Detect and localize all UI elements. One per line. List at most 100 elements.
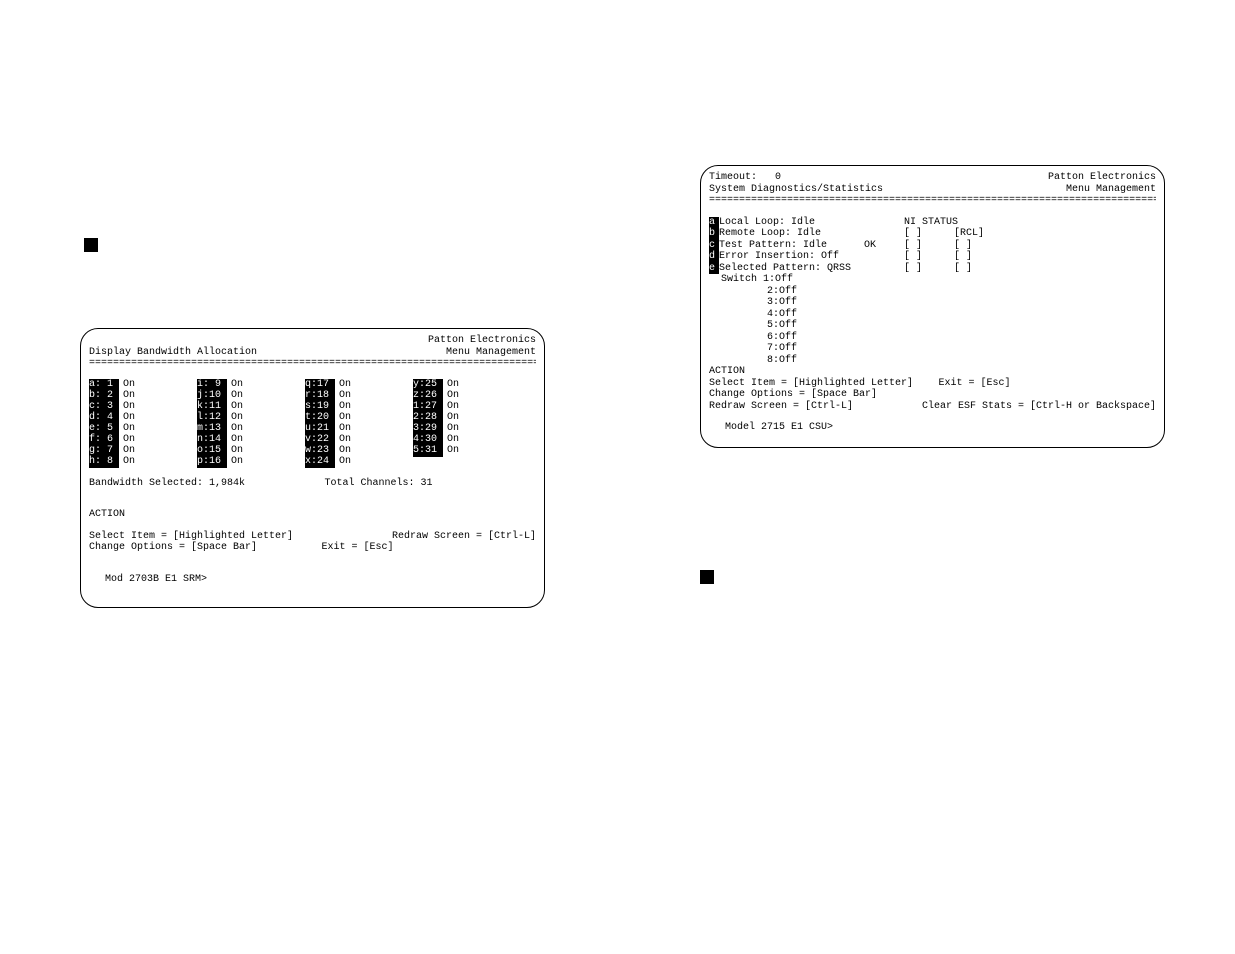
channel-item[interactable]: 3:29On <box>413 424 521 435</box>
channel-item[interactable]: m:13On <box>197 424 305 435</box>
item-letter: c <box>709 240 719 252</box>
channel-state: On <box>119 401 135 413</box>
command-prompt[interactable]: Mod 2703B E1 SRM> <box>89 574 536 586</box>
channel-item[interactable]: b: 2On <box>89 391 197 402</box>
hint-select: Select Item = [Highlighted Letter] <box>709 378 913 390</box>
channel-item[interactable] <box>413 457 521 468</box>
switch-line: 4:Off <box>709 309 1156 321</box>
channel-state: On <box>335 379 351 391</box>
channel-state: On <box>443 412 459 424</box>
channel-key: v:22 <box>305 434 335 446</box>
diagnostic-item[interactable]: e Selected Pattern: QRSS[ ][ ] <box>709 263 1156 275</box>
channel-key: t:20 <box>305 412 335 424</box>
item-label: Remote Loop: Idle <box>719 228 864 240</box>
item-label: Selected Pattern: QRSS <box>719 263 864 275</box>
channel-item[interactable]: n:14On <box>197 435 305 446</box>
channel-item[interactable]: e: 5On <box>89 424 197 435</box>
channel-key: d: 4 <box>89 412 119 424</box>
item-bracket-2: [RCL] <box>954 228 1004 240</box>
item-ok <box>864 217 904 229</box>
channel-item[interactable]: k:11On <box>197 402 305 413</box>
channel-state: On <box>335 401 351 413</box>
timeout: Timeout: 0 <box>709 172 781 184</box>
channel-item[interactable]: t:20On <box>305 413 413 424</box>
channel-state: On <box>443 423 459 435</box>
diagnostic-item[interactable]: c Test Pattern: IdleOK[ ][ ] <box>709 240 1156 252</box>
channel-state: On <box>335 445 351 457</box>
channel-item[interactable]: r:18On <box>305 391 413 402</box>
channel-state: On <box>227 456 243 468</box>
channel-state: On <box>227 401 243 413</box>
channel-item[interactable]: l:12On <box>197 413 305 424</box>
channel-item[interactable]: u:21On <box>305 424 413 435</box>
channel-item[interactable]: 2:28On <box>413 413 521 424</box>
diagnostics-list: a Local Loop: IdleNI STATUSb Remote Loop… <box>709 217 1156 275</box>
channel-key: r:18 <box>305 390 335 402</box>
item-bracket-2: [ ] <box>954 240 1004 252</box>
channel-state: On <box>227 423 243 435</box>
hint-exit: Exit = [Esc] <box>939 378 1011 390</box>
company-name: Patton Electronics <box>428 335 536 347</box>
channel-item[interactable]: s:19On <box>305 402 413 413</box>
item-bracket-2: [ ] <box>954 263 1004 275</box>
diagnostic-item[interactable]: b Remote Loop: Idle[ ][RCL] <box>709 228 1156 240</box>
switch-line: 8:Off <box>709 355 1156 367</box>
diagnostics-panel: Timeout: 0 Patton Electronics System Dia… <box>700 165 1165 448</box>
channel-item[interactable]: j:10On <box>197 391 305 402</box>
channel-key: o:15 <box>197 445 227 457</box>
channel-item[interactable]: 1:27On <box>413 402 521 413</box>
channel-key: p:16 <box>197 456 227 468</box>
channel-item[interactable]: z:26On <box>413 391 521 402</box>
channel-state: On <box>335 456 351 468</box>
menu-label: Menu Management <box>1066 184 1156 196</box>
channel-item[interactable]: h: 8On <box>89 457 197 468</box>
channel-item[interactable]: p:16On <box>197 457 305 468</box>
item-bracket-1: [ ] <box>904 228 954 240</box>
diagnostic-item[interactable]: d Error Insertion: Off[ ][ ] <box>709 251 1156 263</box>
channel-state: On <box>335 434 351 446</box>
channel-item[interactable]: i: 9On <box>197 380 305 391</box>
action-heading: ACTION <box>709 366 1156 378</box>
spacer <box>89 335 95 347</box>
channel-item[interactable]: o:15On <box>197 446 305 457</box>
ni-status-heading: NI STATUS <box>904 217 958 229</box>
channel-key: h: 8 <box>89 456 119 468</box>
channel-item[interactable]: c: 3On <box>89 402 197 413</box>
channel-state: On <box>335 390 351 402</box>
item-ok <box>864 251 904 263</box>
total-channels: Total Channels: 31 <box>324 478 432 490</box>
switch-line: 5:Off <box>709 320 1156 332</box>
channel-state: On <box>443 390 459 402</box>
channel-item[interactable]: 5:31On <box>413 446 521 457</box>
item-ok: OK <box>864 240 904 252</box>
channel-grid: a: 1Onb: 2Onc: 3Ond: 4One: 5Onf: 6Ong: 7… <box>89 380 536 468</box>
channel-item[interactable]: x:24On <box>305 457 413 468</box>
channel-state: On <box>443 434 459 446</box>
channel-item[interactable]: w:23On <box>305 446 413 457</box>
channel-state: On <box>227 434 243 446</box>
channel-key: x:24 <box>305 456 335 468</box>
hint-change: Change Options = [Space Bar] <box>709 389 877 401</box>
channel-item[interactable]: g: 7On <box>89 446 197 457</box>
channel-item[interactable]: 4:30On <box>413 435 521 446</box>
channel-state: On <box>335 412 351 424</box>
section-marker-left <box>84 238 98 252</box>
item-label: Test Pattern: Idle <box>719 240 864 252</box>
channel-item[interactable]: v:22On <box>305 435 413 446</box>
menu-label: Menu Management <box>446 347 536 359</box>
item-letter: a <box>709 217 719 229</box>
command-prompt[interactable]: Model 2715 E1 CSU> <box>709 422 1156 434</box>
hint-select: Select Item = [Highlighted Letter] <box>89 531 293 543</box>
item-ok <box>864 228 904 240</box>
channel-item[interactable]: a: 1On <box>89 380 197 391</box>
channel-item[interactable]: y:25On <box>413 380 521 391</box>
hint-clear: Clear ESF Stats = [Ctrl-H or Backspace] <box>922 401 1156 413</box>
channel-item[interactable]: q:17On <box>305 380 413 391</box>
channel-item[interactable]: d: 4On <box>89 413 197 424</box>
channel-item[interactable]: f: 6On <box>89 435 197 446</box>
channel-state: On <box>443 379 459 391</box>
channel-key: m:13 <box>197 423 227 435</box>
channel-state: On <box>443 401 459 413</box>
diagnostic-item[interactable]: a Local Loop: IdleNI STATUS <box>709 217 1156 229</box>
channel-state: On <box>227 412 243 424</box>
